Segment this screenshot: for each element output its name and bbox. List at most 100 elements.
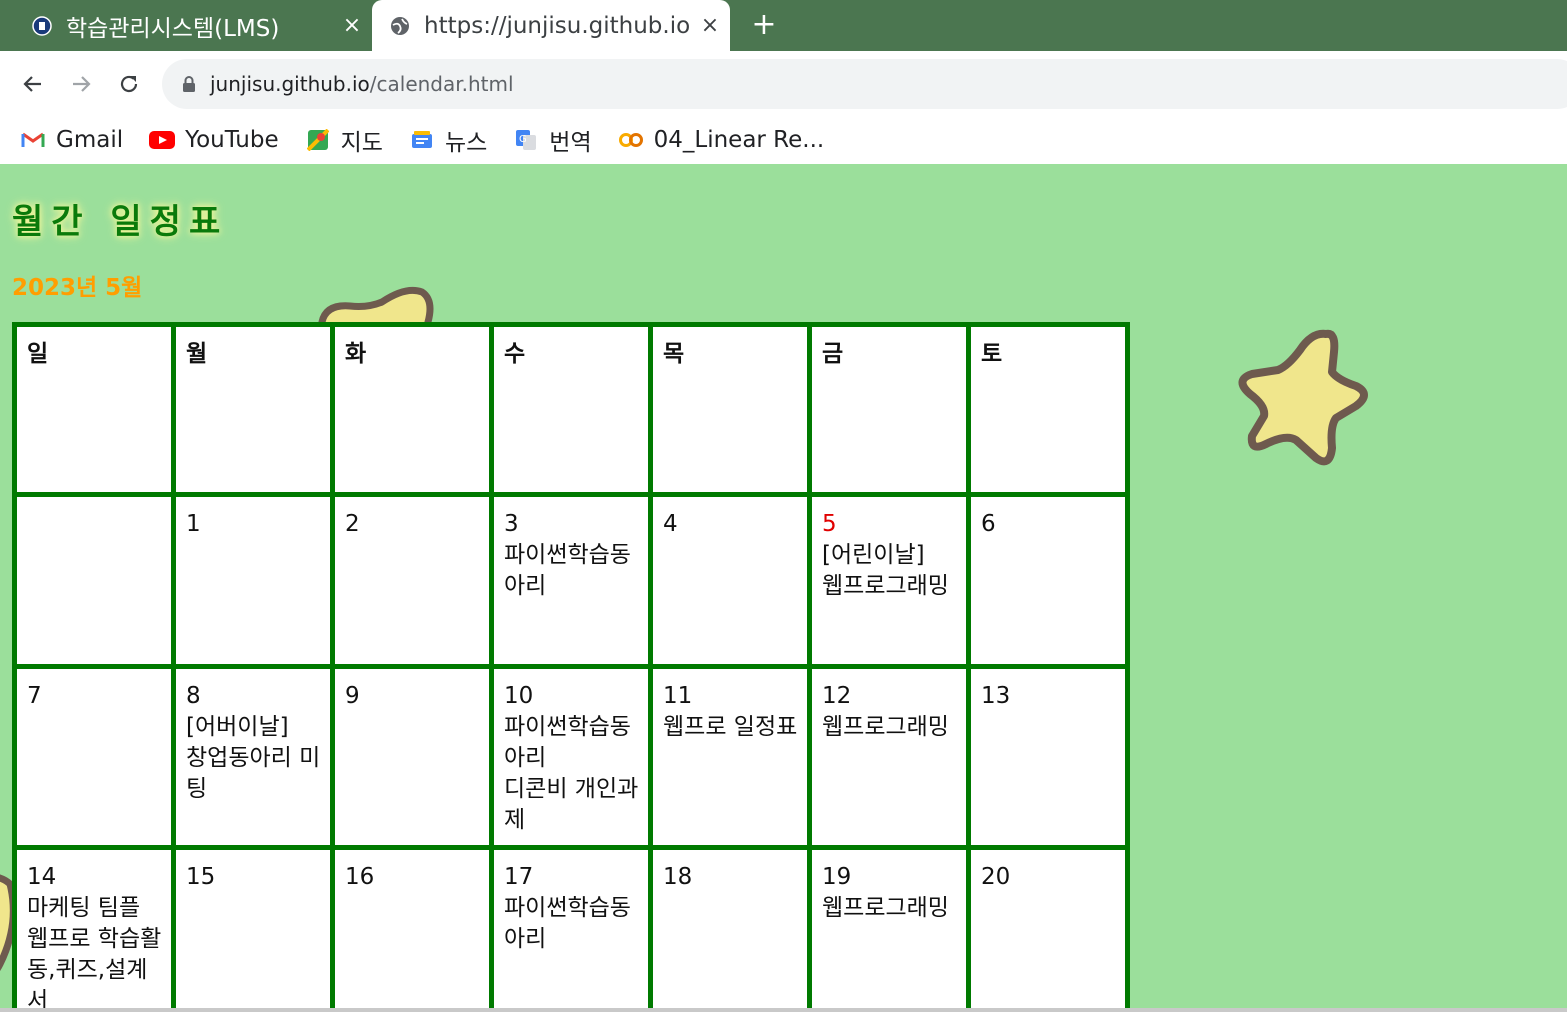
- url-path: /calendar.html: [369, 72, 514, 96]
- bookmark-label: YouTube: [185, 127, 279, 153]
- day-events: 웹프로그래밍: [822, 895, 949, 921]
- day-number: 15: [186, 864, 216, 890]
- bookmark-translate[interactable]: G 번역: [513, 123, 592, 157]
- day-number: 6: [981, 511, 996, 537]
- weekday-thursday: 목: [653, 327, 807, 492]
- day-number: 12: [822, 683, 852, 709]
- tab-strip: 학습관리시스템(LMS) × https://junjisu.github.io…: [0, 0, 1567, 51]
- day-events: 웹프로그래밍: [822, 714, 949, 740]
- day-number: 14: [27, 864, 57, 890]
- page-content: 월간 일정표 2023년 5월 일 월 화 수 목 금 토 1 2 3 파이썬학습…: [0, 164, 1567, 1012]
- bookmark-label: 뉴스: [444, 130, 488, 156]
- day-number: 4: [663, 511, 678, 537]
- day-number: 11: [663, 683, 693, 709]
- day-cell: 20: [971, 850, 1125, 1012]
- day-number: 16: [345, 864, 375, 890]
- star-decoration-icon: [1238, 329, 1368, 466]
- day-number: 1: [186, 511, 201, 537]
- news-icon: [409, 130, 435, 150]
- gmail-icon: [20, 130, 46, 150]
- bookmark-gmail[interactable]: Gmail: [20, 127, 123, 153]
- day-number: 9: [345, 683, 360, 709]
- new-tab-button[interactable]: +: [748, 6, 780, 44]
- bookmark-label: 지도: [340, 130, 383, 156]
- day-cell: 6: [971, 497, 1125, 664]
- day-cell: 9: [335, 669, 489, 845]
- back-button[interactable]: [16, 67, 50, 101]
- colab-icon: [618, 130, 644, 150]
- day-cell: 11 웹프로 일정표: [653, 669, 807, 845]
- week-row: 7 8 [어버이날] 창업동아리 미팅 9 10 파이썬학습동아리 디콘비 개인과제…: [17, 669, 1125, 845]
- day-number: 20: [981, 864, 1011, 890]
- bookmark-colab[interactable]: 04_Linear Re...: [618, 127, 825, 153]
- weekday-monday: 월: [176, 327, 330, 492]
- viewport-bottom-edge: [0, 1008, 1567, 1012]
- day-cell: 10 파이썬학습동아리 디콘비 개인과제: [494, 669, 648, 845]
- day-cell: 4: [653, 497, 807, 664]
- day-number: 19: [822, 864, 852, 890]
- day-number: 7: [27, 683, 42, 709]
- calendar-table: 일 월 화 수 목 금 토 1 2 3 파이썬학습동아리 4 5 [어린이날] 웹프…: [12, 322, 1130, 1012]
- week-row: 1 2 3 파이썬학습동아리 4 5 [어린이날] 웹프로그래밍 6: [17, 497, 1125, 664]
- day-cell: 1: [176, 497, 330, 664]
- day-cell: 13: [971, 669, 1125, 845]
- url-host: junjisu.github.io: [210, 72, 370, 96]
- day-number: 2: [345, 511, 360, 537]
- day-cell: 18: [653, 850, 807, 1012]
- weekday-friday: 금: [812, 327, 966, 492]
- weekday-wednesday: 수: [494, 327, 648, 492]
- page-title: 월간 일정표: [12, 202, 229, 242]
- day-events: 파이썬학습동아리: [504, 542, 631, 599]
- day-events: [어버이날] 창업동아리 미팅: [186, 714, 321, 802]
- url-text: junjisu.github.io/calendar.html: [210, 72, 514, 96]
- bookmark-label: 번역: [549, 130, 592, 156]
- bookmarks-bar: Gmail YouTube 지도 뉴스 G 번역 04_Linear Re...: [0, 116, 1567, 164]
- month-subtitle: 2023년 5월: [12, 275, 143, 301]
- browser-toolbar: junjisu.github.io/calendar.html: [0, 51, 1567, 116]
- bookmark-maps[interactable]: 지도: [305, 123, 383, 157]
- forward-button[interactable]: [64, 67, 98, 101]
- week-row: 14 마케팅 팀플 웹프로 학습활동,퀴즈,설계서 15 16 17 파이썬학습동아…: [17, 850, 1125, 1012]
- globe-icon: [391, 16, 409, 35]
- bookmark-label: 04_Linear Re...: [653, 127, 825, 153]
- lms-favicon-icon: [32, 15, 52, 36]
- day-cell: 14 마케팅 팀플 웹프로 학습활동,퀴즈,설계서: [17, 850, 171, 1012]
- day-events: 파이썬학습동아리: [504, 895, 631, 952]
- tab-lms[interactable]: 학습관리시스템(LMS) ×: [0, 0, 372, 51]
- bookmark-youtube[interactable]: YouTube: [149, 127, 279, 153]
- tab-calendar[interactable]: https://junjisu.github.io ×: [372, 0, 730, 51]
- day-number: 13: [981, 683, 1011, 709]
- day-cell: 7: [17, 669, 171, 845]
- weekday-saturday: 토: [971, 327, 1125, 492]
- day-cell: 3 파이썬학습동아리: [494, 497, 648, 664]
- tab-title: 학습관리시스템(LMS): [66, 15, 280, 42]
- day-cell: 12 웹프로그래밍: [812, 669, 966, 845]
- weekday-tuesday: 화: [335, 327, 489, 492]
- day-number: 8: [186, 683, 201, 709]
- youtube-icon: [149, 130, 176, 150]
- close-tab-icon[interactable]: ×: [332, 13, 372, 38]
- day-number: 10: [504, 683, 534, 709]
- bookmark-news[interactable]: 뉴스: [409, 123, 487, 157]
- day-cell: 15: [176, 850, 330, 1012]
- maps-icon: [305, 129, 331, 151]
- day-events: [어린이날] 웹프로그래밍: [822, 542, 949, 599]
- close-tab-icon[interactable]: ×: [690, 13, 730, 38]
- day-cell: 17 파이썬학습동아리: [494, 850, 648, 1012]
- address-bar[interactable]: junjisu.github.io/calendar.html: [162, 59, 1567, 109]
- day-number: 17: [504, 864, 534, 890]
- day-cell: [17, 497, 171, 664]
- day-cell: 2: [335, 497, 489, 664]
- svg-text:G: G: [519, 134, 527, 145]
- day-events: 웹프로 일정표: [663, 714, 798, 740]
- reload-icon: [120, 75, 138, 93]
- tab-title: https://junjisu.github.io: [424, 12, 690, 39]
- arrow-right-icon: [73, 76, 91, 92]
- reload-button[interactable]: [112, 67, 146, 101]
- weekday-sunday: 일: [17, 327, 171, 492]
- day-cell: 5 [어린이날] 웹프로그래밍: [812, 497, 966, 664]
- weekday-header-row: 일 월 화 수 목 금 토: [17, 327, 1125, 492]
- bookmark-label: Gmail: [56, 127, 124, 153]
- day-number: 18: [663, 864, 693, 890]
- arrow-left-icon: [23, 76, 41, 92]
